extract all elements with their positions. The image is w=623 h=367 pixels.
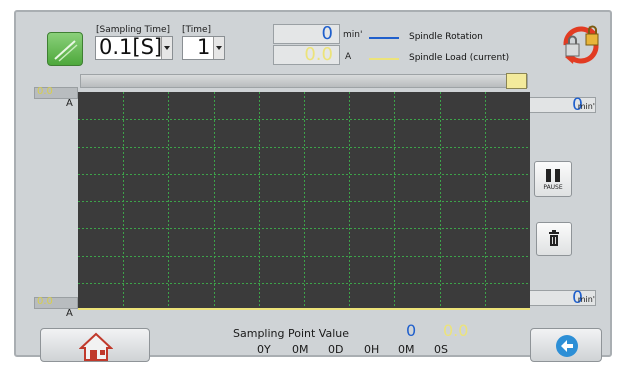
elapsed-days: 0D: [328, 343, 343, 356]
left-axis-top-value-text: 0.0: [37, 86, 53, 97]
home-icon: [79, 332, 113, 361]
legend-load-label: Spindle Load (current): [409, 53, 510, 63]
right-axis-top-value: 0 min': [528, 95, 596, 115]
rotation-readout: 0: [273, 24, 340, 44]
back-arrow-icon: [556, 335, 578, 357]
graph-mode-button[interactable]: [47, 32, 83, 66]
elapsed-years-unit: Y: [264, 343, 271, 356]
graph-icon: [54, 40, 78, 62]
elapsed-hours-unit: H: [371, 343, 380, 356]
elapsed-seconds: 0S: [434, 343, 448, 356]
home-button[interactable]: [40, 328, 150, 362]
legend-load-swatch: [369, 58, 399, 60]
clear-button[interactable]: [536, 222, 572, 256]
waveform-plot: [78, 92, 530, 310]
elapsed-months-value: 0: [292, 343, 299, 356]
left-axis-bottom-value-text: 0.0: [37, 296, 53, 307]
load-readout: 0.0: [273, 45, 340, 65]
waveform-plot-svg: [78, 92, 530, 310]
elapsed-hours: 0H: [364, 343, 379, 356]
time-label: [Time]: [182, 25, 212, 35]
left-axis-top-unit: A: [66, 98, 73, 109]
elapsed-minutes: 0M: [398, 343, 415, 356]
sampling-time-select[interactable]: 0.1[S]: [95, 35, 173, 60]
time-value: 1: [197, 35, 211, 59]
time-select[interactable]: 1: [182, 35, 225, 60]
elapsed-years: 0Y: [257, 343, 271, 356]
sampling-time-label: [Sampling Time]: [96, 25, 171, 35]
elapsed-minutes-value: 0: [398, 343, 405, 356]
elapsed-minutes-unit: M: [405, 343, 415, 356]
legend-rotation-label: Spindle Rotation: [409, 32, 483, 42]
sampling-point-load-value: 0.0: [443, 321, 469, 340]
elapsed-days-unit: D: [335, 343, 344, 356]
sampling-point-rotation-value: 0: [406, 321, 417, 340]
time-scrollbar-track[interactable]: [80, 74, 528, 88]
elapsed-hours-value: 0: [364, 343, 371, 356]
right-axis-bottom-value: 0 min': [528, 288, 596, 308]
back-button[interactable]: [530, 328, 602, 362]
rotation-readout-value: 0: [321, 23, 333, 44]
pause-button[interactable]: PAUSE: [534, 161, 572, 197]
legend-rotation-swatch: [369, 37, 399, 39]
load-readout-value: 0.0: [304, 44, 333, 65]
lock-switch-button[interactable]: [560, 24, 602, 66]
elapsed-years-value: 0: [257, 343, 264, 356]
load-readout-unit: A: [345, 52, 352, 62]
time-scrollbar-thumb[interactable]: [506, 73, 527, 89]
sampling-time-value: 0.1[S]: [99, 35, 163, 59]
sampling-point-label: Sampling Point Value: [233, 327, 349, 340]
elapsed-months: 0M: [292, 343, 309, 356]
right-axis-top-unit: min': [577, 102, 595, 111]
elapsed-seconds-value: 0: [434, 343, 441, 356]
chevron-down-icon: [213, 37, 224, 59]
elapsed-days-value: 0: [328, 343, 335, 356]
pause-button-label: PAUSE: [543, 184, 563, 191]
elapsed-seconds-unit: S: [441, 343, 448, 356]
elapsed-months-unit: M: [299, 343, 309, 356]
right-axis-bottom-unit: min': [577, 295, 595, 304]
trash-icon: [549, 230, 559, 246]
lock-switch-icon: [563, 25, 599, 64]
chevron-down-icon: [161, 37, 172, 59]
rotation-readout-unit: min': [343, 30, 363, 40]
left-axis-bottom-unit: A: [66, 308, 73, 319]
pause-icon: [546, 169, 560, 182]
